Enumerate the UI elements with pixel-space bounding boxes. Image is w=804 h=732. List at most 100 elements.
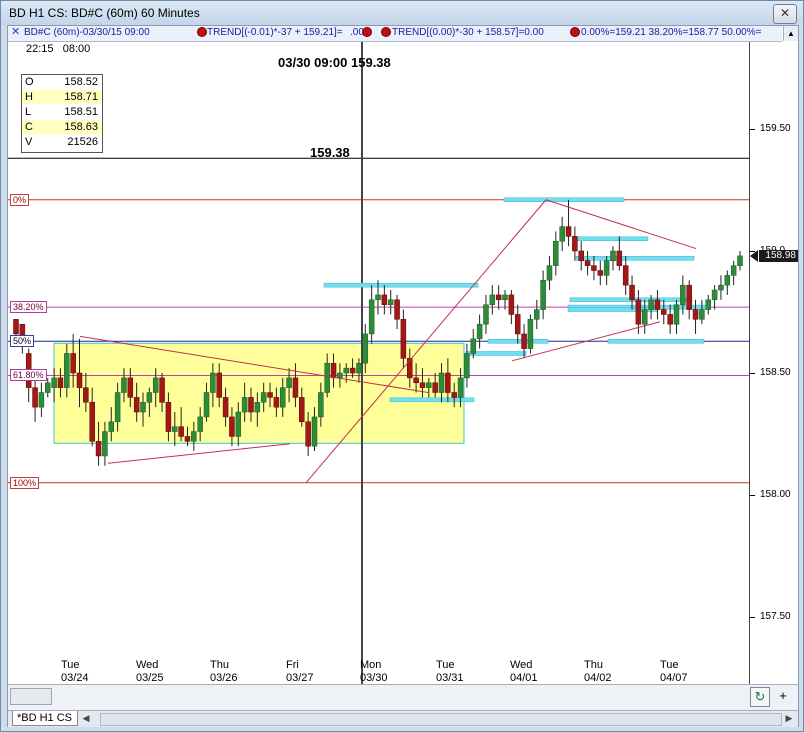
tick-mark xyxy=(750,495,755,496)
candle-body xyxy=(438,372,445,393)
window-title: BD H1 CS: BD#C (60m) 60 Minutes xyxy=(9,6,200,20)
x-day-label: Fri 03/27 xyxy=(286,659,314,685)
x-day-label: Tue 03/24 xyxy=(61,659,89,685)
trend1-label[interactable]: TREND[(-0.01)*-37 + 159.21]= xyxy=(207,27,343,38)
x-day-name: Tue xyxy=(61,659,80,671)
tab-scroll-right-icon[interactable]: ▶ xyxy=(783,712,795,724)
candle-body xyxy=(279,387,286,408)
chart-window: BD H1 CS: BD#C (60m) 60 Minutes ✕ ✕ BD#C… xyxy=(0,0,804,732)
price-tick: 158.50 xyxy=(760,367,791,378)
trend-dot-icon xyxy=(197,27,207,37)
candle-body xyxy=(337,372,343,379)
candle-body xyxy=(407,358,413,379)
x-day-name: Wed xyxy=(510,659,533,671)
title-bar[interactable]: BD H1 CS: BD#C (60m) 60 Minutes ✕ xyxy=(1,1,803,25)
candle-body xyxy=(451,392,457,398)
fib-level-label: 100% xyxy=(10,476,40,489)
candle-body xyxy=(83,387,89,403)
support-resistance-bar xyxy=(323,282,479,288)
tab-bd-h1-cs[interactable]: *BD H1 CS xyxy=(12,711,78,726)
x-day-name: Thu xyxy=(210,659,229,671)
refresh-icon[interactable]: ↻ xyxy=(750,687,770,707)
candle-body xyxy=(699,309,705,320)
candle-body xyxy=(222,397,229,418)
trend-dot-icon xyxy=(381,27,391,37)
fib-label[interactable]: 0.00%=159.21 38.20%=158.77 50.00%= xyxy=(581,27,761,38)
candle-body xyxy=(711,289,718,301)
horizontal-scrollbar[interactable] xyxy=(10,688,52,705)
candle-body xyxy=(273,397,280,408)
x-day-name: Tue xyxy=(436,659,455,671)
candle-body xyxy=(387,299,394,305)
candle-body xyxy=(197,416,203,432)
candle-body xyxy=(152,377,159,393)
price-axis[interactable]: 159.50159.0158.50158.00157.50158.98 xyxy=(749,42,798,686)
candle-body xyxy=(483,304,489,325)
candle-body xyxy=(495,294,502,301)
price-tick: 159.50 xyxy=(760,123,791,134)
x-day-name: Thu xyxy=(584,659,603,671)
candle-body xyxy=(172,426,178,432)
fib-level-label: 38.20% xyxy=(10,301,47,314)
candle-body xyxy=(724,275,731,286)
candle-body xyxy=(464,353,470,379)
ohlc-row: V 21526 xyxy=(22,135,102,149)
x-day-label: Wed 04/01 xyxy=(510,659,538,685)
x-day-label: Mon 03/30 xyxy=(360,659,388,685)
candle-body xyxy=(661,309,667,315)
price-tick: 157.50 xyxy=(760,611,791,622)
ohlc-value: 21526 xyxy=(67,136,98,148)
tab-scroll-left-icon[interactable]: ◀ xyxy=(80,712,92,724)
candle-body xyxy=(362,333,369,364)
candle-body xyxy=(89,402,95,442)
candle-body xyxy=(527,319,534,349)
x-day-label: Wed 03/25 xyxy=(136,659,164,685)
x-day-name: Mon xyxy=(360,659,382,671)
tab-row: *BD H1 CS ◀ ▶ xyxy=(8,710,798,727)
ohlc-value: 158.52 xyxy=(64,76,98,88)
candle-body xyxy=(641,309,648,325)
tab-scrollbar[interactable] xyxy=(100,713,782,726)
ohlc-row: C 158.63 xyxy=(22,120,102,134)
x-day-label: Thu 03/26 xyxy=(210,659,238,685)
candle-body xyxy=(102,431,108,457)
x-day-name: Tue xyxy=(660,659,679,671)
close-button[interactable]: ✕ xyxy=(773,4,797,24)
fib-level-label: 0% xyxy=(10,193,30,206)
candle-body xyxy=(254,402,261,413)
candle-body xyxy=(553,240,559,266)
candle-body xyxy=(559,226,565,242)
candle-body xyxy=(470,338,477,354)
cursor-price-label: 03/30 09:00 159.38 xyxy=(278,55,391,70)
candle-body xyxy=(375,294,381,301)
candle-body xyxy=(330,362,337,379)
candle-body xyxy=(140,402,146,413)
price-chart[interactable] xyxy=(8,42,749,686)
chart-area[interactable]: ✕ BD#C (60m)-03/30/15 09:00 TREND[(-0.01… xyxy=(7,25,799,727)
indicator-bar: ✕ BD#C (60m)-03/30/15 09:00 TREND[(-0.01… xyxy=(8,26,782,42)
close-indicator-icon[interactable]: ✕ xyxy=(11,27,21,38)
support-resistance-bar xyxy=(503,197,625,203)
candle-body xyxy=(146,392,153,403)
ohlc-key: O xyxy=(25,76,34,88)
candle-body xyxy=(368,299,375,335)
ohlc-row: L 158.51 xyxy=(22,105,102,119)
candle-body xyxy=(394,299,400,320)
candle-body xyxy=(381,294,388,305)
candle-body xyxy=(584,260,591,266)
candle-body xyxy=(502,294,508,301)
current-price-label: 158.98 xyxy=(759,249,798,262)
candle-body xyxy=(629,284,635,301)
candle-body xyxy=(210,372,216,393)
candle-body xyxy=(457,377,464,398)
series-label[interactable]: BD#C (60m)-03/30/15 09:00 xyxy=(24,27,150,38)
candle-body xyxy=(64,353,70,388)
add-icon[interactable]: + xyxy=(774,687,792,705)
trend2-label[interactable]: TREND[(0.00)*-30 + 158.57]=0.00 xyxy=(392,27,544,38)
scroll-up-icon[interactable]: ▲ xyxy=(783,26,798,41)
candle-body xyxy=(616,250,623,266)
candle-body xyxy=(591,265,597,271)
candle-body xyxy=(121,377,127,393)
fib-level-label: 50% xyxy=(10,335,35,348)
x-day-name: Fri xyxy=(286,659,299,671)
